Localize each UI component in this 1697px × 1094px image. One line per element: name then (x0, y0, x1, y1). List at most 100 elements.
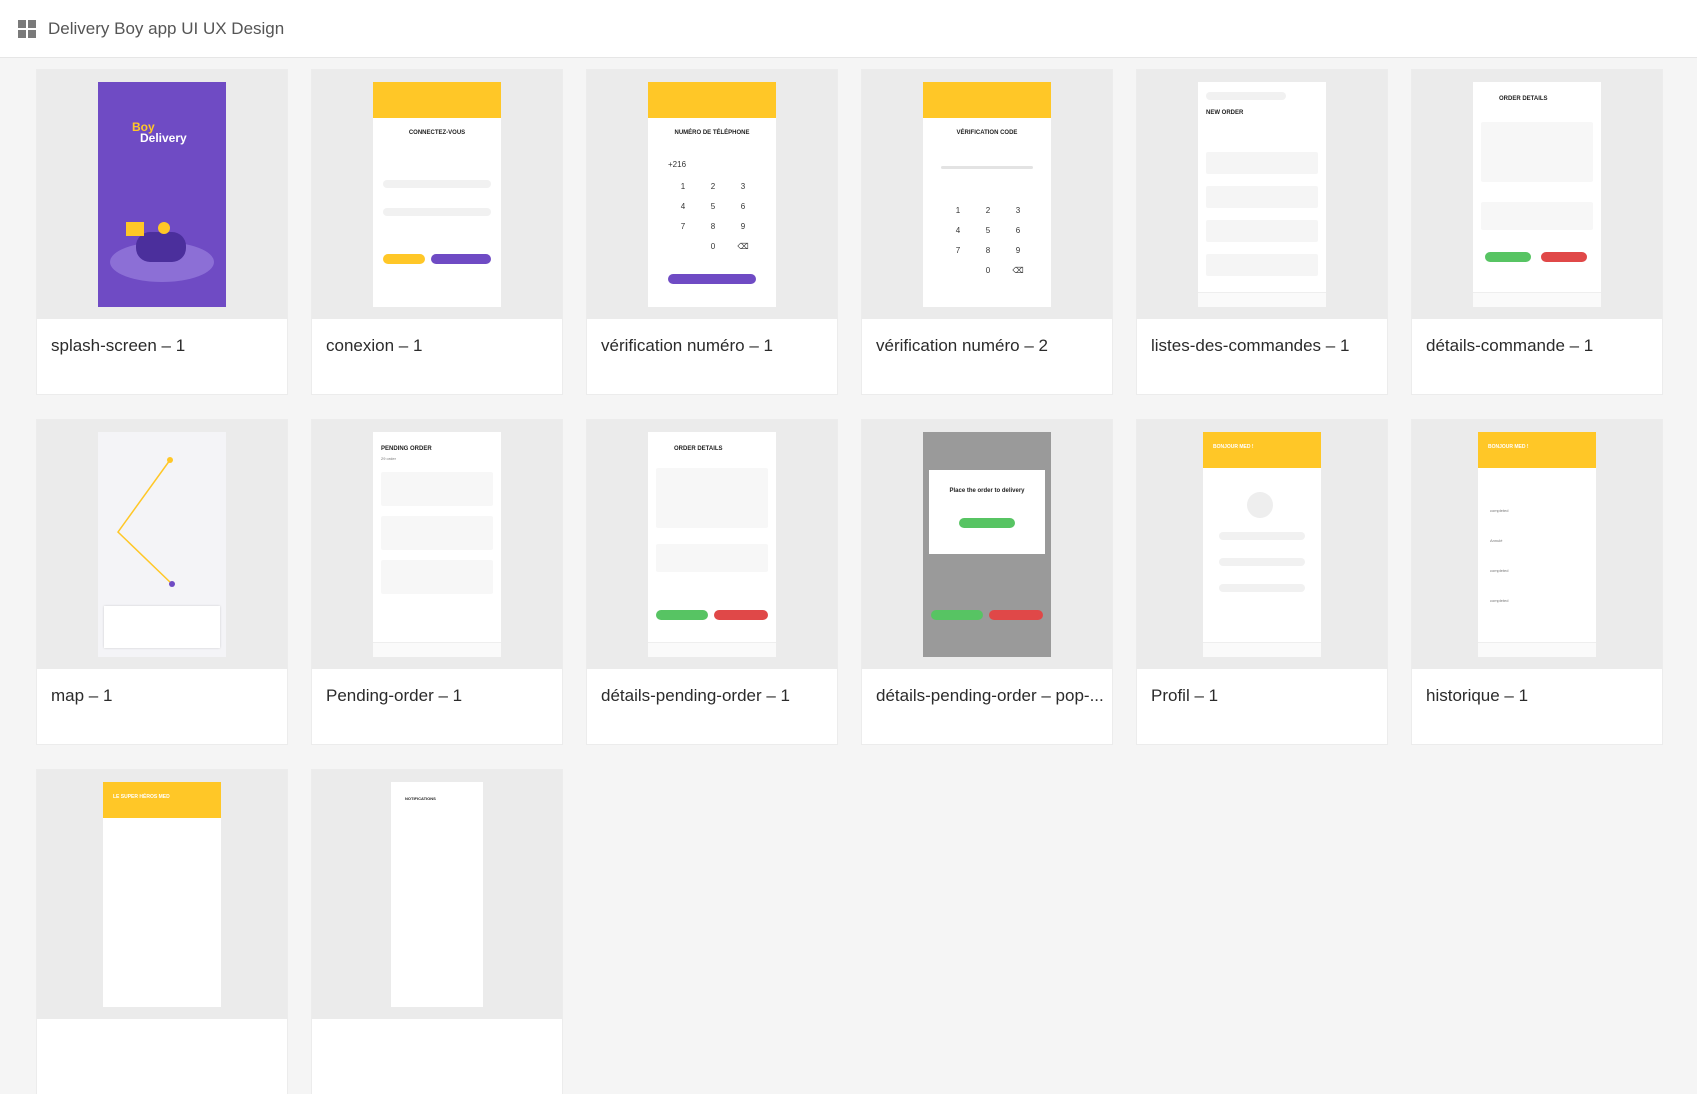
popup-button (959, 518, 1015, 528)
screen-title: NUMÉRO DE TÉLÉPHONE (674, 130, 750, 136)
status-text: Annulé (1490, 538, 1503, 543)
artboard-label: splash-screen – 1 (51, 336, 186, 355)
artboard-card-history[interactable]: BONJOUR MED ! completed Annulé completed… (1412, 420, 1662, 744)
top-bar: Delivery Boy app UI UX Design (0, 0, 1697, 58)
artboard-label: conexion – 1 (326, 336, 423, 355)
key: 9 (740, 222, 746, 231)
key: 1 (680, 182, 686, 191)
artboard-card-pending-details[interactable]: ORDER DETAILS détails-pending-order – 1 (587, 420, 837, 744)
artboard-card-notifications[interactable]: NOTIFICATIONS (312, 770, 562, 1094)
popup-preview: Place the order to delivery (923, 432, 1051, 657)
artboard-thumbnail: Place the order to delivery (862, 420, 1112, 669)
artboard-thumbnail: NEW ORDER (1137, 70, 1387, 319)
key: 8 (985, 246, 991, 255)
screen-title: PENDING ORDER (381, 446, 432, 452)
artboard-card-popup[interactable]: Place the order to delivery détails-pend… (862, 420, 1112, 744)
field (383, 180, 491, 188)
artboard-card-pending[interactable]: PENDING ORDER 29 order Pending-order – 1 (312, 420, 562, 744)
header-bar (373, 82, 501, 118)
artboard-card-verif-2[interactable]: VÉRIFICATION CODE 123 456 789 0 ⌫ vérific… (862, 70, 1112, 394)
artboard-label: listes-des-commandes – 1 (1151, 336, 1350, 355)
artboard-thumbnail: CONNECTEZ-VOUS (312, 70, 562, 319)
bottom-nav (1198, 292, 1326, 307)
button (383, 254, 425, 264)
artboard-label: map – 1 (51, 686, 113, 705)
conexion-preview: CONNECTEZ-VOUS (373, 82, 501, 307)
screen-title: NEW ORDER (1206, 110, 1244, 116)
key: 5 (710, 202, 716, 211)
key: 4 (680, 202, 686, 211)
close-button (989, 610, 1043, 620)
rider-icon (158, 222, 170, 234)
verif2-preview: VÉRIFICATION CODE 123 456 789 0 ⌫ (923, 82, 1051, 307)
popup-text: Place the order to delivery (949, 488, 1025, 494)
comment-box (656, 544, 768, 572)
list-preview: NEW ORDER (1198, 82, 1326, 307)
key: 3 (1015, 206, 1021, 215)
field (383, 208, 491, 216)
verif-preview: NUMÉRO DE TÉLÉPHONE +216 123 456 789 0 ⌫ (648, 82, 776, 307)
key: 4 (955, 226, 961, 235)
status-text: completed (1490, 598, 1509, 603)
key: 9 (1015, 246, 1021, 255)
key: 3 (740, 182, 746, 191)
status-text: completed (1490, 508, 1509, 513)
grid-icon[interactable] (18, 19, 36, 38)
artboard-label: Pending-order – 1 (326, 686, 463, 705)
artboard-label: vérification numéro – 1 (601, 336, 773, 355)
map-preview (98, 432, 226, 657)
artboard-card-map[interactable]: map – 1 (37, 420, 287, 744)
bottom-nav (648, 642, 776, 657)
pending-row (381, 560, 493, 594)
project-title: Delivery Boy app UI UX Design (48, 18, 285, 38)
order-summary (656, 468, 768, 528)
artboard-card-conexion[interactable]: CONNECTEZ-VOUS conexion – 1 (312, 70, 562, 394)
pending-row (381, 516, 493, 550)
notifications-preview: NOTIFICATIONS (391, 782, 483, 1007)
artboard-card-profile[interactable]: BONJOUR MED ! Profil – 1 (1137, 420, 1387, 744)
header-bar (923, 82, 1051, 118)
header-bar (1478, 432, 1596, 468)
splash-preview: Boy Delivery (98, 82, 226, 307)
screen-title: BONJOUR MED ! (1213, 444, 1254, 450)
order-row (1206, 254, 1318, 276)
key: 0 (985, 266, 991, 275)
artboard-thumbnail: Boy Delivery (37, 70, 287, 319)
pending-row (381, 472, 493, 506)
status-text: completed (1490, 568, 1509, 573)
stats-preview: LE SUPER HÉROS MED (103, 782, 221, 1007)
bottom-nav (1478, 642, 1596, 657)
bottom-nav (373, 642, 501, 657)
artboard-thumbnail: LE SUPER HÉROS MED (37, 770, 287, 1019)
artboard-label: détails-pending-order – pop-... (876, 686, 1104, 705)
pending-details-preview: ORDER DETAILS (648, 432, 776, 657)
screen-title: BONJOUR MED ! (1488, 444, 1529, 450)
avatar (1247, 492, 1273, 518)
history-preview: BONJOUR MED ! completed Annulé completed… (1478, 432, 1596, 657)
header-bar (648, 82, 776, 118)
artboard-card-list[interactable]: NEW ORDER listes-des-commandes – 1 (1137, 70, 1387, 394)
popup-dialog: Place the order to delivery (929, 470, 1045, 554)
screen-title: ORDER DETAILS (674, 446, 723, 452)
order-summary (1481, 122, 1593, 182)
screen-title: VÉRIFICATION CODE (956, 130, 1018, 136)
field (1219, 558, 1305, 566)
order-row (1206, 152, 1318, 174)
artboard-card-verif-1[interactable]: NUMÉRO DE TÉLÉPHONE +216 123 456 789 0 ⌫ … (587, 70, 837, 394)
artboard-label: détails-commande – 1 (1426, 336, 1594, 355)
key: 2 (985, 206, 991, 215)
key: 7 (680, 222, 686, 231)
artboard-thumbnail: NOTIFICATIONS (312, 770, 562, 1019)
screen-title: NOTIFICATIONS (405, 796, 436, 801)
artboard-card-stats[interactable]: LE SUPER HÉROS MED (37, 770, 287, 1094)
screen-title: CONNECTEZ-VOUS (408, 130, 466, 136)
artboard-thumbnail: NUMÉRO DE TÉLÉPHONE +216 123 456 789 0 ⌫ (587, 70, 837, 319)
key: 8 (710, 222, 716, 231)
artboard-card-splash[interactable]: Boy Delivery splash-screen – 1 (37, 70, 287, 394)
order-count: 29 order (381, 456, 396, 461)
artboard-thumbnail (37, 420, 287, 669)
order-card (104, 606, 220, 648)
artboard-card-details[interactable]: ORDER DETAILS détails-commande – 1 (1412, 70, 1662, 394)
splash-logo-bottom: Delivery (140, 131, 187, 145)
screen-title: LE SUPER HÉROS MED (113, 794, 170, 800)
